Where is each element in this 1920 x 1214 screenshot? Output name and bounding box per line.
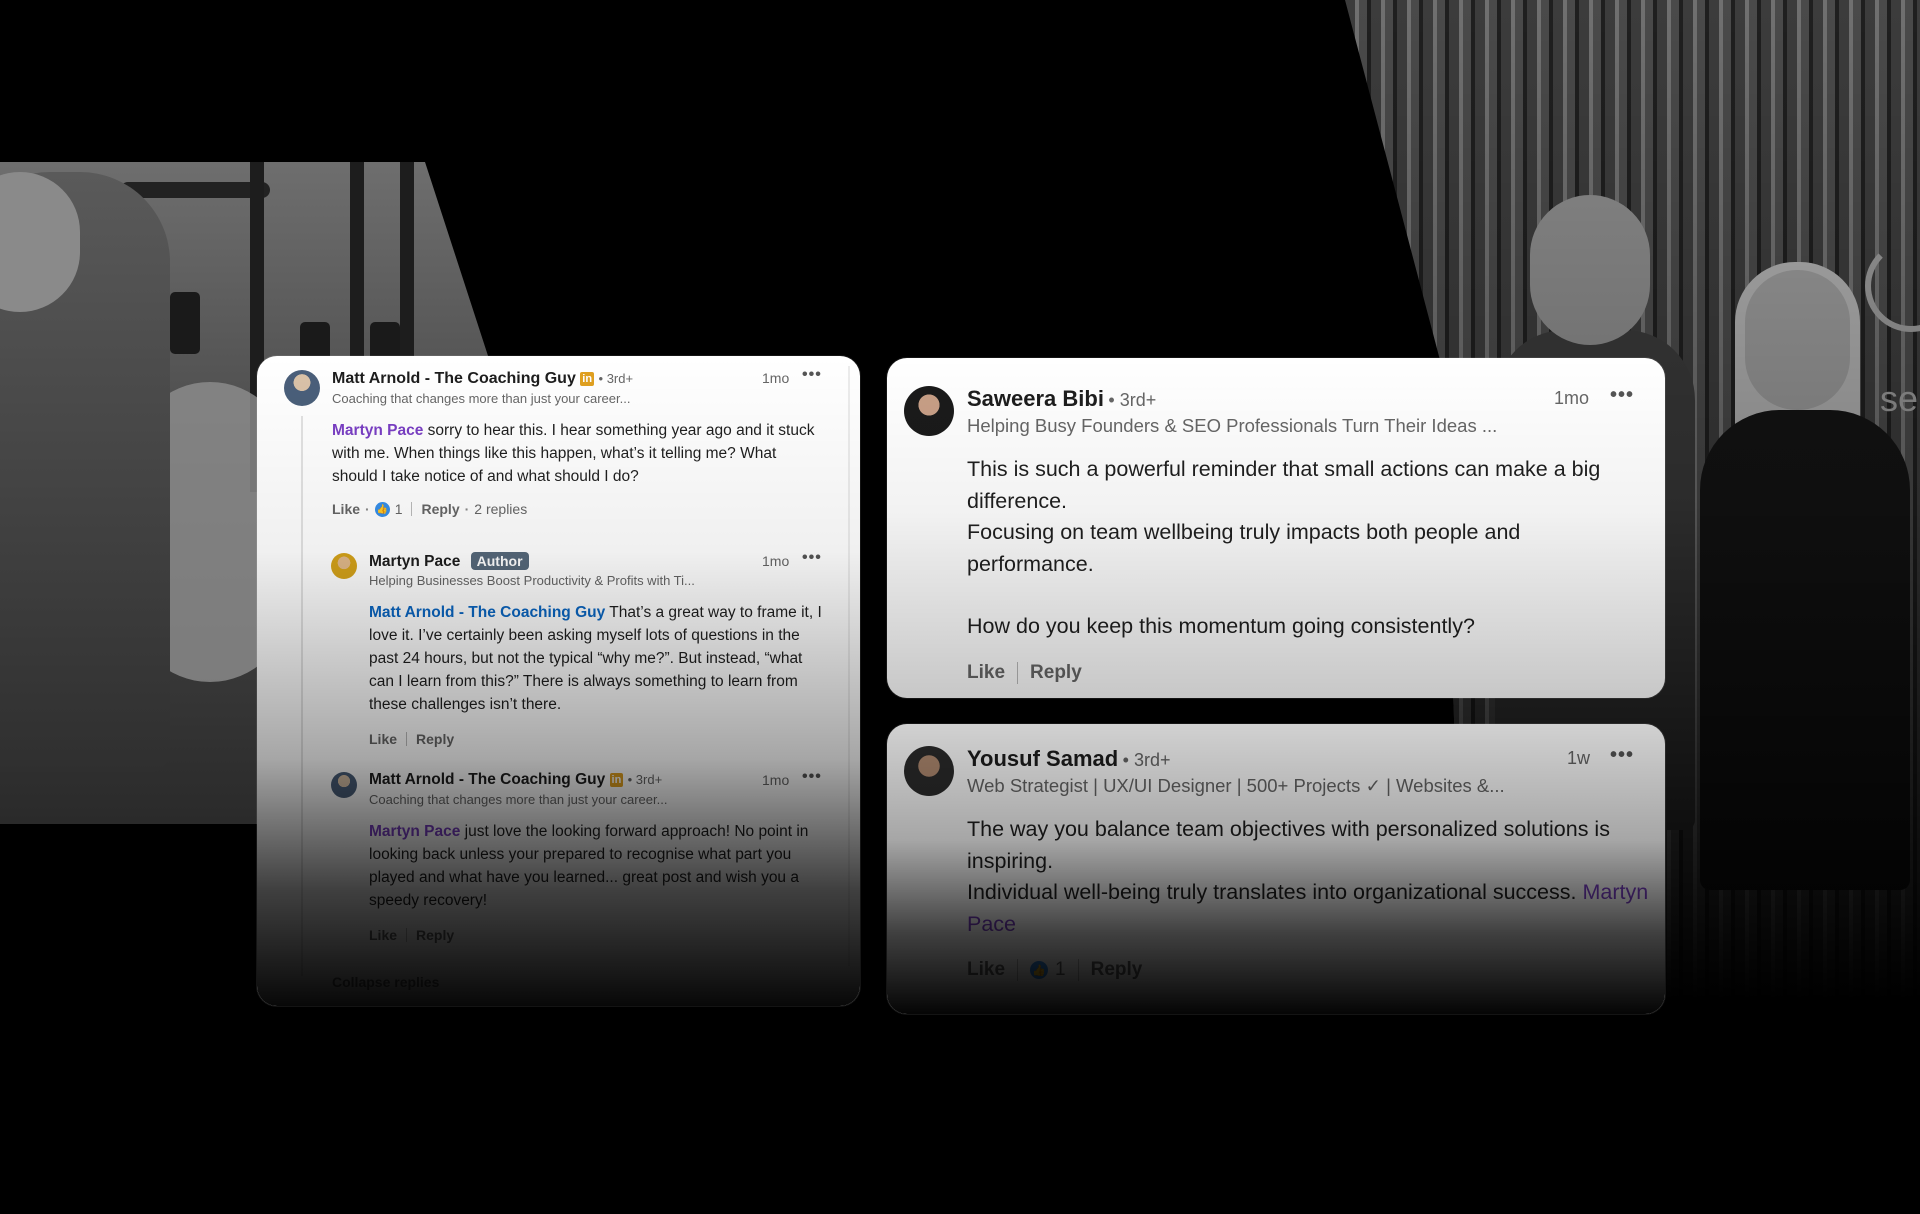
like-button[interactable]: Like (369, 927, 397, 943)
mention-link[interactable]: Martyn Pace (369, 823, 460, 840)
comment-header: Martyn Pace Author (369, 552, 769, 571)
comment-header: Yousuf Samad • 3rd+ (967, 746, 1170, 772)
comment-time: 1mo (762, 553, 790, 569)
comment-line: The way you balance team objectives with… (967, 817, 1610, 873)
divider (1017, 662, 1019, 684)
comment-time: 1w (1567, 748, 1591, 768)
comment-actions: Like Reply (369, 926, 454, 944)
comment-actions: Like Reply (369, 730, 454, 748)
comment-time: 1mo (762, 772, 790, 788)
reaction-count[interactable]: 1 (395, 501, 403, 517)
avatar[interactable] (904, 386, 954, 436)
like-button[interactable]: Like (332, 501, 360, 517)
divider (1017, 959, 1019, 981)
commenter-name[interactable]: Saweera Bibi (967, 386, 1104, 411)
commenter-headline: Web Strategist | UX/UI Designer | 500+ P… (967, 775, 1505, 796)
connection-degree: • 3rd+ (1122, 750, 1171, 770)
divider (1077, 959, 1079, 981)
scrollbar[interactable] (848, 366, 850, 966)
comment-actions: Like 👍 1 Reply (967, 958, 1142, 982)
commenter-headline: Helping Businesses Boost Productivity & … (369, 573, 695, 588)
more-options-icon[interactable]: ••• (802, 768, 822, 786)
commenter-name[interactable]: Matt Arnold - The Coaching Guy (369, 771, 605, 788)
comment-text: This is such a powerful reminder that sm… (967, 454, 1647, 643)
reply-button[interactable]: Reply (1030, 662, 1082, 684)
reply-button[interactable]: Reply (1091, 959, 1143, 981)
mention-link[interactable]: Matt Arnold - The Coaching Guy (369, 604, 605, 621)
comment-text: Martyn Pace just love the looking forwar… (369, 820, 831, 912)
like-button[interactable]: Like (369, 731, 397, 747)
replies-count[interactable]: 2 replies (474, 501, 527, 517)
reply-button[interactable]: Reply (416, 927, 454, 943)
comment-line: Focusing on team wellbeing truly impacts… (967, 520, 1521, 576)
reply-button[interactable]: Reply (421, 501, 459, 517)
comment-header: Saweera Bibi • 3rd+ (967, 386, 1156, 412)
comment-time: 1mo (1554, 388, 1590, 408)
author-badge: Author (470, 552, 529, 570)
comment-time: 1mo (762, 370, 790, 386)
more-options-icon[interactable]: ••• (802, 366, 822, 384)
commenter-name[interactable]: Martyn Pace (369, 553, 460, 570)
reply-button[interactable]: Reply (416, 731, 454, 747)
commenter-headline: Coaching that changes more than just you… (332, 391, 631, 406)
more-options-icon[interactable]: ••• (802, 549, 822, 567)
comment-actions: Like Reply (967, 661, 1082, 685)
like-button[interactable]: Like (967, 662, 1005, 684)
comment-actions: Like · 👍 1 Reply · 2 replies (332, 501, 528, 517)
collapse-replies-link[interactable]: Collapse replies (332, 974, 439, 990)
thread-line (301, 416, 303, 976)
like-button[interactable]: Like (967, 959, 1005, 981)
divider (411, 502, 413, 516)
more-options-icon[interactable]: ••• (1610, 744, 1634, 767)
avatar[interactable] (331, 772, 357, 798)
comment-text: The way you balance team objectives with… (967, 814, 1657, 940)
commenter-headline: Coaching that changes more than just you… (369, 792, 668, 807)
comment-line: How do you keep this momentum going cons… (967, 614, 1475, 638)
avatar[interactable] (904, 746, 954, 796)
comment-thread-card: Matt Arnold - The Coaching Guy in • 3rd+… (257, 356, 860, 1006)
comment-text: Martyn Pace sorry to hear this. I hear s… (332, 419, 822, 488)
commenter-name[interactable]: Yousuf Samad (967, 746, 1118, 771)
like-reaction-icon: 👍 (374, 501, 390, 517)
comment-header: Matt Arnold - The Coaching Guy in • 3rd+ (332, 370, 752, 388)
dumbbell (170, 292, 200, 354)
more-options-icon[interactable]: ••• (1610, 384, 1634, 407)
comment-line: This is such a powerful reminder that sm… (967, 457, 1601, 513)
like-reaction-icon: 👍 (1030, 961, 1049, 979)
barbell-plate (120, 182, 270, 198)
comment-header: Matt Arnold - The Coaching Guy in • 3rd+ (369, 771, 769, 789)
background-person (0, 172, 170, 772)
linkedin-premium-icon: in (609, 773, 624, 787)
avatar[interactable] (331, 553, 357, 579)
commenter-name[interactable]: Matt Arnold - The Coaching Guy (332, 370, 576, 387)
divider (406, 732, 408, 746)
comment-line: Individual well-being truly translates i… (967, 880, 1649, 936)
commenter-headline: Helping Busy Founders & SEO Professional… (967, 415, 1498, 436)
connection-degree: • 3rd+ (1108, 390, 1157, 410)
reaction-count[interactable]: 1 (1055, 959, 1066, 981)
connection-degree: • 3rd+ (598, 371, 634, 386)
comment-text: Matt Arnold - The Coaching Guy That’s a … (369, 601, 827, 716)
mention-link[interactable]: Martyn Pace (332, 422, 423, 439)
linkedin-premium-icon: in (580, 372, 595, 386)
comment-card: Saweera Bibi • 3rd+ Helping Busy Founder… (887, 358, 1665, 698)
connection-degree: • 3rd+ (627, 772, 663, 787)
comment-card: Yousuf Samad • 3rd+ Web Strategist | UX/… (887, 724, 1665, 1014)
avatar[interactable] (284, 370, 320, 406)
divider (406, 928, 408, 942)
